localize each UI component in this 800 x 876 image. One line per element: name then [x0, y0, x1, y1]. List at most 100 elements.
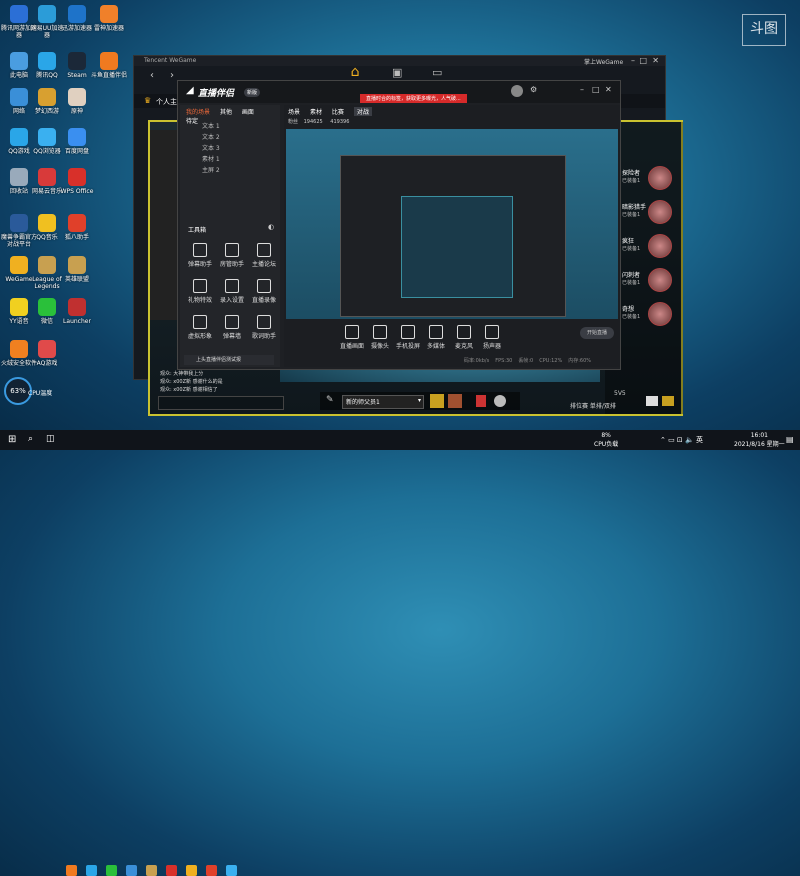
scene-item[interactable]: 素材 1 — [188, 154, 220, 163]
desktop-icon[interactable]: WPS Office — [58, 168, 96, 195]
tab-other[interactable]: 其他 — [220, 107, 232, 116]
tool-button[interactable]: 录入设置 — [214, 279, 250, 304]
app-icon — [10, 128, 28, 146]
settings-icon[interactable] — [662, 396, 674, 406]
tool-button[interactable]: 房管助手 — [214, 243, 250, 268]
desktop-icon[interactable]: 狐八助手 — [58, 214, 96, 241]
crown-icon: ♛ — [144, 96, 152, 105]
close-icon[interactable]: ✕ — [652, 56, 659, 65]
windows-start-icon[interactable]: ⊞ — [8, 434, 16, 445]
minimize-icon[interactable]: – — [631, 56, 635, 65]
app-icon — [10, 340, 28, 358]
la-main: 场景 素材 比赛 对战 粉丝 194625 419396 直播画面 摄像头 手机投屏… — [284, 105, 620, 367]
skill-icon[interactable] — [430, 394, 444, 408]
desktop-icon[interactable]: 百度网盘 — [58, 128, 96, 155]
chevron-down-icon[interactable]: ▾ — [418, 397, 421, 404]
viewer-item[interactable]: 闪刺者 已装备1 — [622, 268, 674, 296]
back-icon[interactable]: ‹ — [150, 70, 154, 81]
tray-icons[interactable]: ⌃ ▭ ⊡ 🔈 英 — [660, 435, 703, 445]
scene-item[interactable]: 文本 3 — [188, 143, 220, 152]
viewer-name: 闪刺者 — [622, 272, 641, 279]
tool-button[interactable]: 主播论坛 — [246, 243, 282, 268]
tools-toggle-icon[interactable]: ◐ — [268, 223, 274, 231]
la-app-title: 直播伴侣 — [198, 89, 235, 99]
reward-icon[interactable] — [476, 395, 486, 407]
tab-battle[interactable]: 对战 — [353, 107, 372, 116]
chat-input[interactable] — [158, 396, 284, 410]
taskbar-app-icon[interactable] — [186, 865, 197, 876]
tool-button[interactable]: 歌词助手 — [246, 315, 282, 340]
maximize-icon[interactable]: □ — [639, 56, 647, 65]
viewer-item[interactable]: 疯狂 已装备1 — [622, 234, 674, 262]
maximize-icon[interactable]: □ — [592, 85, 600, 94]
taskbar-app-icon[interactable] — [126, 865, 137, 876]
viewer-item[interactable]: 奇想 已装备1 — [622, 302, 674, 330]
desktop-icon-label: AQ游戏 — [36, 360, 58, 367]
scene-item[interactable]: 文本 1 — [188, 121, 220, 130]
tab-material[interactable]: 素材 — [310, 107, 322, 116]
la-banner[interactable]: 直播时合的标签，获取更多曝光，人气破... — [360, 94, 467, 103]
taskbar-app-icon[interactable] — [86, 865, 97, 876]
minimize-icon[interactable]: – — [580, 85, 584, 94]
scene-item[interactable]: 主屏 2 — [188, 165, 220, 174]
la-header: ◢ 直播伴侣 新版 直播时合的标签，获取更多曝光，人气破... ⚙ – □ ✕ — [178, 81, 620, 103]
chat-icon[interactable] — [646, 396, 658, 406]
tool-button[interactable]: 虚拟形象 — [182, 315, 218, 340]
scene-item[interactable]: 文本 2 — [188, 132, 220, 141]
viewer-item[interactable]: 探险者 已装备1 — [622, 166, 674, 194]
desktop-icon[interactable]: 雷神加速器 — [90, 5, 128, 32]
desktop-icon[interactable]: Launcher — [58, 298, 96, 325]
gear-icon[interactable]: ⚙ — [530, 85, 537, 94]
desktop-icon[interactable]: AQ游戏 — [28, 340, 66, 367]
taskbar-app-icon[interactable] — [226, 865, 237, 876]
close-icon[interactable]: ✕ — [605, 85, 612, 94]
wegame-user[interactable]: 掌上WeGame — [584, 57, 623, 66]
tab-screen[interactable]: 画面 — [242, 107, 254, 116]
la-notice[interactable]: 上头直播伴侣测试报 — [184, 355, 274, 365]
task-view-icon[interactable]: ◫ — [46, 434, 55, 444]
forward-icon[interactable]: › — [170, 70, 174, 81]
bottom-bar-icon[interactable]: ✎ — [326, 395, 334, 405]
skill-icon[interactable] — [448, 394, 462, 408]
desktop-icon[interactable]: 斗鱼直播伴侣 — [90, 52, 128, 79]
avatar — [648, 200, 672, 224]
scene-item-label: 文本 2 — [202, 134, 220, 141]
app-icon — [10, 256, 28, 274]
tool-label: 录入设置 — [219, 297, 244, 304]
scene-item-label: 素材 1 — [202, 156, 220, 163]
tab-match[interactable]: 比赛 — [332, 107, 344, 116]
cpu-load: 8% CPU负载 — [594, 432, 618, 448]
channel-input[interactable]: 新的师父员1 ▾ — [342, 395, 424, 409]
taskbar-app-icon[interactable] — [206, 865, 217, 876]
taskbar-app-icon[interactable] — [66, 865, 77, 876]
store-icon[interactable]: ▣ — [392, 66, 402, 79]
desktop-icon[interactable]: 英雄联盟 — [58, 256, 96, 283]
search-icon[interactable]: ⌕ — [28, 434, 33, 444]
tool-button[interactable]: 弹幕墙 — [214, 315, 250, 340]
start-live-button[interactable]: 开始直播 — [580, 327, 614, 339]
avatar[interactable] — [511, 85, 523, 97]
clock[interactable]: 16:01 2021/8/16 星期一 — [734, 432, 785, 448]
desktop-icon[interactable]: 原神 — [58, 88, 96, 115]
taskbar-app-icon[interactable] — [166, 865, 177, 876]
cpu-load-value: 8% — [601, 432, 611, 439]
status-item: 丢帧:0 — [518, 358, 534, 364]
taskbar-app-icon[interactable] — [146, 865, 157, 876]
tab-my-scene[interactable]: 我的场景 — [186, 107, 210, 116]
tab-scene[interactable]: 场景 — [288, 107, 300, 116]
chat-line: 观众: 大神带我上分 — [160, 371, 204, 377]
status-bar: 码率:0kb/s FPS:30 丢帧:0 CPU:12% 内存:60% — [464, 357, 597, 364]
video-icon[interactable]: ▭ — [432, 66, 442, 79]
control-icon — [429, 325, 443, 339]
emote-icon[interactable] — [494, 395, 506, 407]
tool-button[interactable]: 礼物特效 — [182, 279, 218, 304]
preview-canvas[interactable] — [286, 129, 618, 319]
taskbar-app-icon[interactable] — [106, 865, 117, 876]
tool-button[interactable]: 弹幕助手 — [182, 243, 218, 268]
viewer-name: 暗影猎手 — [622, 204, 647, 211]
la-version-badge[interactable]: 新版 — [244, 88, 261, 97]
notification-icon[interactable]: ▤ — [786, 435, 794, 444]
viewer-item[interactable]: 暗影猎手 已装备1 — [622, 200, 674, 228]
control-button[interactable]: 扬声器 — [474, 325, 510, 350]
tool-button[interactable]: 直播录像 — [246, 279, 282, 304]
